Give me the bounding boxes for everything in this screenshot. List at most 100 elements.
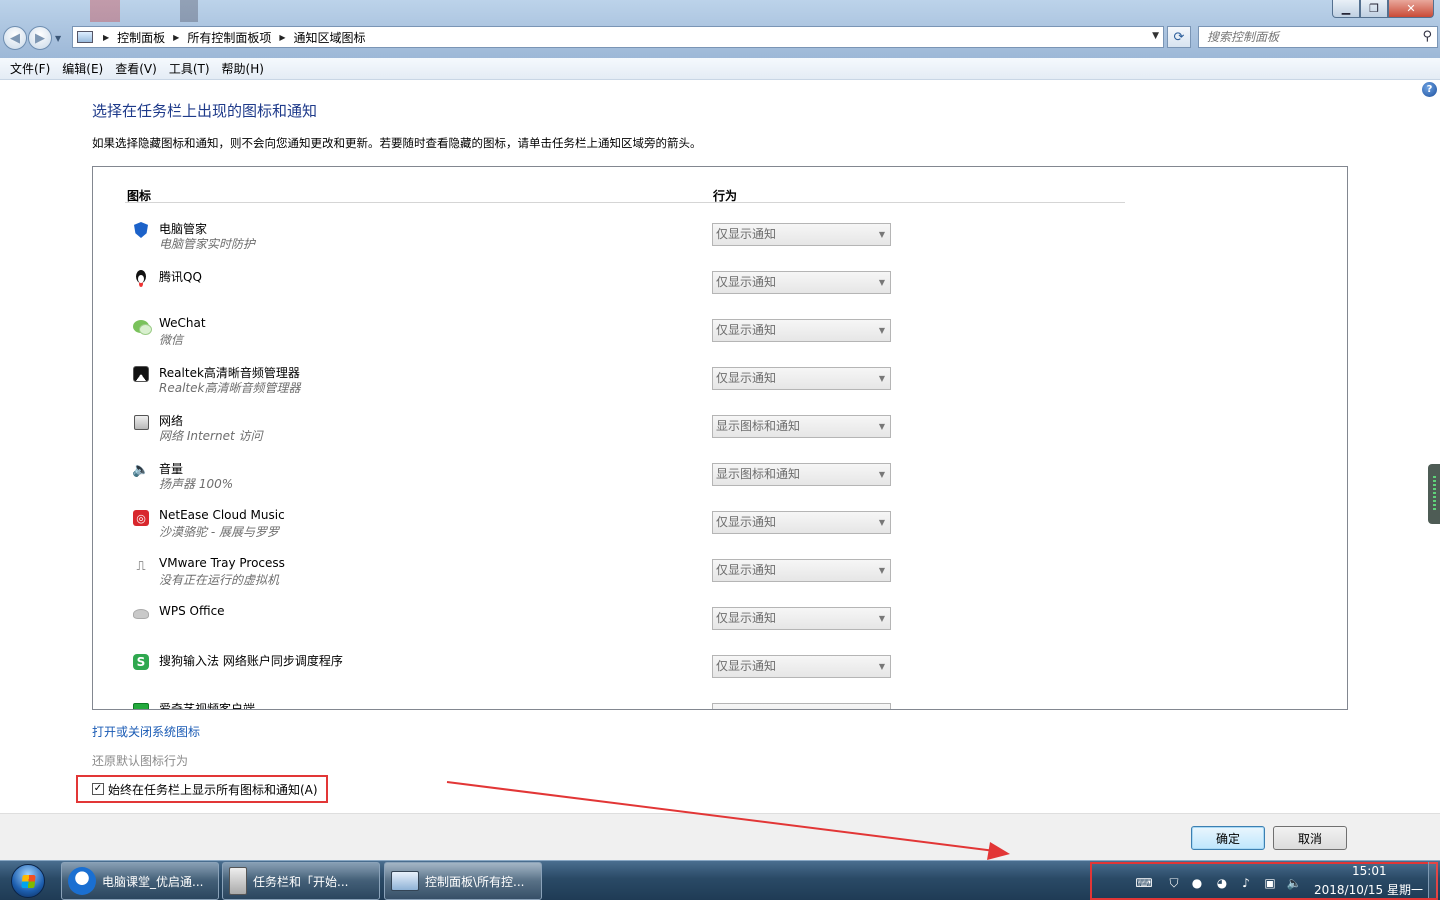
sogou-browser-icon: [68, 867, 96, 895]
chevron-down-icon: ▼: [878, 566, 885, 575]
item-name: 爱奇艺视频客户端: [159, 702, 256, 710]
wechat-icon: [131, 316, 152, 336]
close-button[interactable]: ✕: [1388, 0, 1434, 18]
window-controls: ▁ ❐ ✕: [1332, 0, 1434, 18]
menu-edit[interactable]: 编辑(E): [56, 60, 109, 77]
behavior-value: 显示图标和通知: [716, 467, 801, 481]
list-item: WPS Office 仅显示通知 ▼: [131, 604, 1131, 652]
behavior-value: 显示图标和通知: [716, 419, 801, 433]
menu-view[interactable]: 查看(V): [109, 60, 163, 77]
restore-default-link[interactable]: 还原默认图标行为: [92, 752, 188, 769]
behavior-select[interactable]: 仅显示通知 ▼: [712, 511, 891, 534]
behavior-value: 仅显示通知: [716, 371, 777, 385]
item-description: Realtek高清晰音频管理器: [159, 381, 301, 395]
realtek-icon: [131, 364, 151, 384]
breadcrumb-all-items[interactable]: 所有控制面板项: [187, 29, 271, 46]
cancel-button[interactable]: 取消: [1273, 826, 1347, 850]
item-name: NetEase Cloud Music: [159, 508, 285, 522]
search-icon[interactable]: ⚲: [1422, 29, 1432, 44]
clock-time[interactable]: 15:01: [1352, 864, 1387, 878]
back-button[interactable]: ◀: [3, 26, 27, 50]
breadcrumb-arrow-icon[interactable]: ▶: [103, 33, 109, 42]
windows-logo-icon: [11, 864, 45, 898]
chevron-down-icon: ▼: [878, 230, 885, 239]
maximize-button[interactable]: ❐: [1360, 0, 1388, 18]
notification-icons-list: 图标 行为 电脑管家 电脑管家实时防护 仅显示通知 ▼ 腾讯QQ 仅显示通知 ▼ W…: [92, 166, 1348, 710]
header-divider: [125, 202, 1125, 203]
taskbar-item[interactable]: 任务栏和「开始...: [222, 862, 380, 900]
behavior-select[interactable]: 仅显示通知 ▼: [712, 367, 891, 390]
navigation-buttons: ◀ ▶ ▼: [3, 26, 61, 50]
behavior-value: 仅显示通知: [716, 515, 777, 529]
refresh-button[interactable]: ⟳: [1167, 26, 1191, 48]
behavior-value: 仅显示通知: [716, 275, 777, 289]
side-gadget-handle[interactable]: [1428, 464, 1440, 524]
behavior-select[interactable]: 仅显示通知 ▼: [712, 607, 891, 630]
taskbar-item[interactable]: 电脑课堂_优启通...: [61, 862, 219, 900]
start-button[interactable]: [3, 862, 53, 900]
dialog-footer: 确定 取消: [0, 813, 1440, 860]
item-description: 扬声器 100%: [159, 477, 234, 491]
keyboard-icon[interactable]: ⌨: [1135, 875, 1152, 891]
behavior-select[interactable]: 仅显示通知 ▼: [712, 223, 891, 246]
breadcrumb-arrow-icon[interactable]: ▶: [279, 33, 285, 42]
shield-icon[interactable]: ⛉: [1166, 875, 1182, 891]
list-item: WeChat 微信 仅显示通知 ▼: [131, 316, 1131, 364]
item-name: 腾讯QQ: [159, 270, 202, 284]
search-box[interactable]: ⚲: [1198, 26, 1438, 48]
page-description: 如果选择隐藏图标和通知，则不会向您通知更改和更新。若要随时查看隐藏的图标，请单击…: [92, 136, 702, 150]
address-dropdown-icon[interactable]: ▼: [1152, 31, 1159, 41]
help-icon[interactable]: ?: [1422, 82, 1437, 97]
recent-pages-dropdown-icon[interactable]: ▼: [55, 34, 61, 43]
behavior-select[interactable]: 仅显示通知 ▼: [712, 319, 891, 342]
wechat-icon[interactable]: ◕: [1214, 875, 1230, 891]
menu-help[interactable]: 帮助(H): [216, 60, 270, 77]
system-icons-link[interactable]: 打开或关闭系统图标: [92, 723, 200, 740]
always-show-all-checkbox-row[interactable]: ✓ 始终在任务栏上显示所有图标和通知(A): [76, 775, 328, 803]
refresh-icon: ⟳: [1173, 29, 1185, 45]
forward-button[interactable]: ▶: [28, 26, 52, 50]
behavior-select[interactable]: 仅显示通知 ▼: [712, 655, 891, 678]
breadcrumb-control-panel[interactable]: 控制面板: [117, 29, 165, 46]
iqiyi-icon: [131, 700, 151, 709]
address-bar[interactable]: ▶ 控制面板 ▶ 所有控制面板项 ▶ 通知区域图标 ▼: [72, 26, 1164, 48]
chevron-down-icon: ▼: [878, 662, 885, 671]
always-show-all-checkbox[interactable]: ✓: [92, 783, 104, 795]
behavior-select[interactable]: 仅显示通知 ▼: [712, 559, 891, 582]
behavior-select[interactable]: 仅显示通知 ▼: [712, 271, 891, 294]
always-show-all-label[interactable]: 始终在任务栏上显示所有图标和通知(A): [108, 781, 318, 798]
sogou-icon: S: [131, 652, 151, 672]
realtek-icon[interactable]: ♪: [1238, 875, 1254, 891]
netease-music-icon: ◎: [131, 508, 151, 528]
list-item: Realtek高清晰音频管理器 Realtek高清晰音频管理器 仅显示通知 ▼: [131, 364, 1131, 412]
list-item: 腾讯QQ 仅显示通知 ▼: [131, 268, 1131, 316]
item-description: 微信: [159, 333, 184, 347]
volume-icon[interactable]: 🔈: [1286, 875, 1302, 891]
ok-button[interactable]: 确定: [1191, 826, 1265, 850]
search-input[interactable]: [1207, 30, 1407, 44]
behavior-value: 仅显示通知: [716, 227, 777, 241]
taskbar-item-label: 控制面板\所有控...: [425, 874, 525, 889]
item-description: 网络 Internet 访问: [159, 429, 263, 443]
item-name: 搜狗输入法 网络账户同步调度程序: [159, 654, 343, 668]
behavior-value: 仅显示通知: [716, 323, 777, 337]
chevron-down-icon: ▼: [878, 614, 885, 623]
clock-date[interactable]: 2018/10/15 星期一: [1314, 881, 1423, 898]
breadcrumb-arrow-icon[interactable]: ▶: [173, 33, 179, 42]
control-panel-icon: [391, 871, 419, 891]
breadcrumb-notification-icons[interactable]: 通知区域图标: [294, 29, 366, 46]
menu-file[interactable]: 文件(F): [4, 60, 56, 77]
chevron-down-icon: ▼: [878, 278, 885, 287]
document-icon: [229, 867, 247, 895]
behavior-select[interactable]: 显示图标和通知 ▼: [712, 415, 891, 438]
menu-tools[interactable]: 工具(T): [163, 60, 216, 77]
qq-penguin-icon[interactable]: ●: [1189, 875, 1205, 891]
behavior-select[interactable]: 显示图标和通知 ▼: [712, 463, 891, 486]
list-item: 电脑管家 电脑管家实时防护 仅显示通知 ▼: [131, 220, 1131, 268]
show-desktop-button[interactable]: [1428, 862, 1438, 898]
taskbar-item[interactable]: 控制面板\所有控...: [384, 862, 542, 900]
network-icon[interactable]: ▣: [1262, 875, 1278, 891]
behavior-select[interactable]: [712, 703, 891, 709]
minimize-button[interactable]: ▁: [1332, 0, 1360, 18]
item-name: VMware Tray Process: [159, 556, 285, 570]
